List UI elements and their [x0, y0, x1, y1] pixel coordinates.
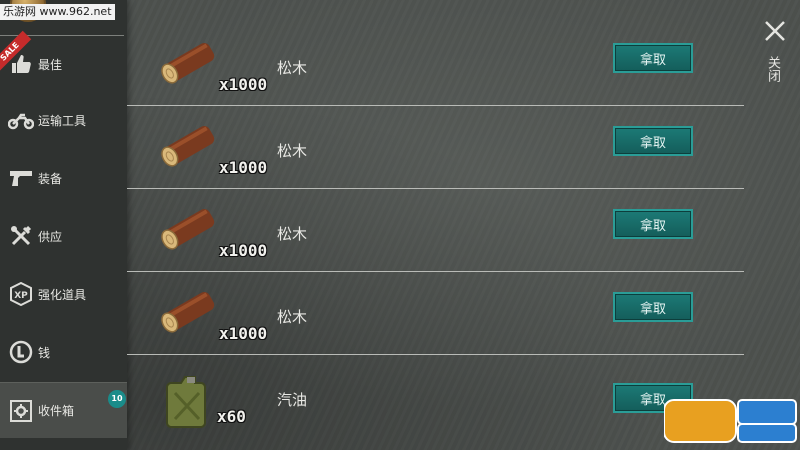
log-icon — [157, 284, 219, 344]
item-quantity: x1000 — [219, 324, 268, 343]
list-item: x1000 松木 拿取 — [127, 23, 744, 106]
sidebar-item-boosters[interactable]: XP 强化道具 — [0, 266, 127, 322]
item-quantity: x1000 — [219, 75, 268, 94]
svg-text:XP: XP — [14, 291, 28, 301]
sidebar-item-vehicles[interactable]: 运输工具 — [0, 92, 127, 148]
sidebar-item-label: 装备 — [38, 171, 63, 186]
close-icon[interactable] — [764, 20, 786, 42]
close-label[interactable]: 关闭 — [765, 56, 782, 82]
xp-icon: XP — [8, 281, 34, 307]
log-icon — [157, 118, 219, 178]
take-button[interactable]: 拿取 — [613, 126, 693, 156]
watermark-top: 乐游网 www.962.net — [0, 4, 115, 20]
sidebar-item-money[interactable]: 钱 — [0, 324, 127, 380]
log-icon — [157, 35, 219, 95]
item-name: 松木 — [277, 225, 308, 243]
list-item: x1000 松木 拿取 — [127, 189, 744, 272]
item-quantity: x60 — [217, 407, 246, 426]
item-quantity: x1000 — [219, 241, 268, 260]
inbox-count-badge: 10 — [108, 390, 126, 408]
pistol-icon — [8, 165, 34, 191]
item-quantity: x1000 — [219, 158, 268, 177]
take-button[interactable]: 拿取 — [613, 292, 693, 322]
inbox-gear-icon — [8, 398, 34, 424]
take-button[interactable]: 拿取 — [613, 43, 693, 73]
list-item: x1000 松木 拿取 — [127, 106, 744, 189]
list-item: x60 汽油 拿取 — [127, 355, 744, 438]
take-button[interactable]: 拿取 — [613, 209, 693, 239]
sidebar-item-supply[interactable]: 供应 — [0, 208, 127, 264]
motorcycle-icon — [8, 107, 34, 133]
tools-icon — [8, 223, 34, 249]
sidebar-item-label: 最佳 — [38, 57, 63, 72]
item-name: 汽油 — [277, 391, 308, 409]
item-name: 松木 — [277, 308, 308, 326]
item-name: 松木 — [277, 59, 308, 77]
jerrycan-icon — [165, 373, 211, 433]
money-coin-icon — [8, 339, 34, 365]
sidebar-item-label: 收件箱 — [38, 404, 75, 418]
sidebar-item-equipment[interactable]: 装备 — [0, 150, 127, 206]
sidebar-item-label: 钱 — [38, 345, 51, 360]
sidebar-item-label: 运输工具 — [38, 113, 87, 128]
list-item: x1000 松木 拿取 — [127, 272, 744, 355]
sidebar-item-label: 强化道具 — [38, 287, 87, 302]
watermark-logo — [663, 396, 798, 446]
sidebar-item-inbox[interactable]: 收件箱 — [0, 382, 127, 438]
log-icon — [157, 201, 219, 261]
sidebar-item-label: 供应 — [38, 229, 63, 244]
item-name: 松木 — [277, 142, 308, 160]
sidebar: 2199 最佳 SALE 运输工具 装备 供应 XP 强化道具 — [0, 0, 127, 450]
